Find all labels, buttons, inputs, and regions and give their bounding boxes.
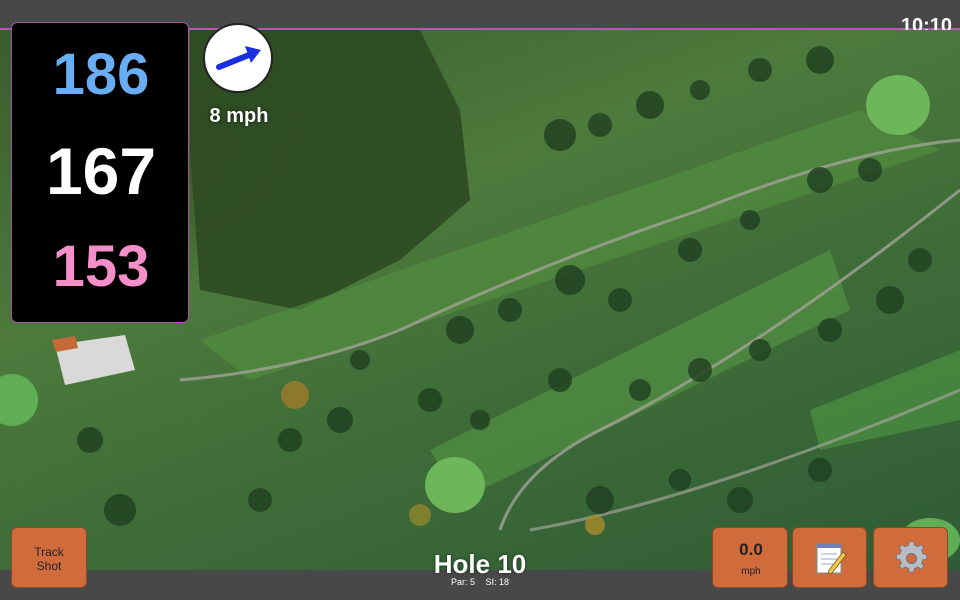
gear-icon [896,541,927,573]
track-shot-button[interactable]: Track Shot [11,527,87,588]
hole-par: Par: 5 [450,577,475,587]
track-shot-label-line2: Shot [36,559,62,573]
distance-panel: 186 167 153 [11,22,189,323]
speed-unit: mph [741,566,761,577]
distance-back: 186 [52,42,150,107]
hole-info: Par: 5 SI: 18 [380,577,580,587]
wind-speed: 8 mph [209,105,269,127]
speed-value: 0.0 [739,540,763,559]
hole-title: Hole 10 [433,549,527,579]
settings-button[interactable] [873,527,948,588]
notes-button[interactable] [792,527,867,588]
speed-button[interactable]: 0.0 mph [712,527,788,588]
track-shot-label-line1: Track [34,545,64,559]
notepad-icon [816,543,847,575]
distance-front: 153 [52,234,150,299]
wind-arrow-icon [216,46,261,70]
wind-indicator[interactable] [203,23,273,93]
hole-stroke-index: SI: 18 [485,577,510,587]
distance-center: 167 [45,134,157,208]
